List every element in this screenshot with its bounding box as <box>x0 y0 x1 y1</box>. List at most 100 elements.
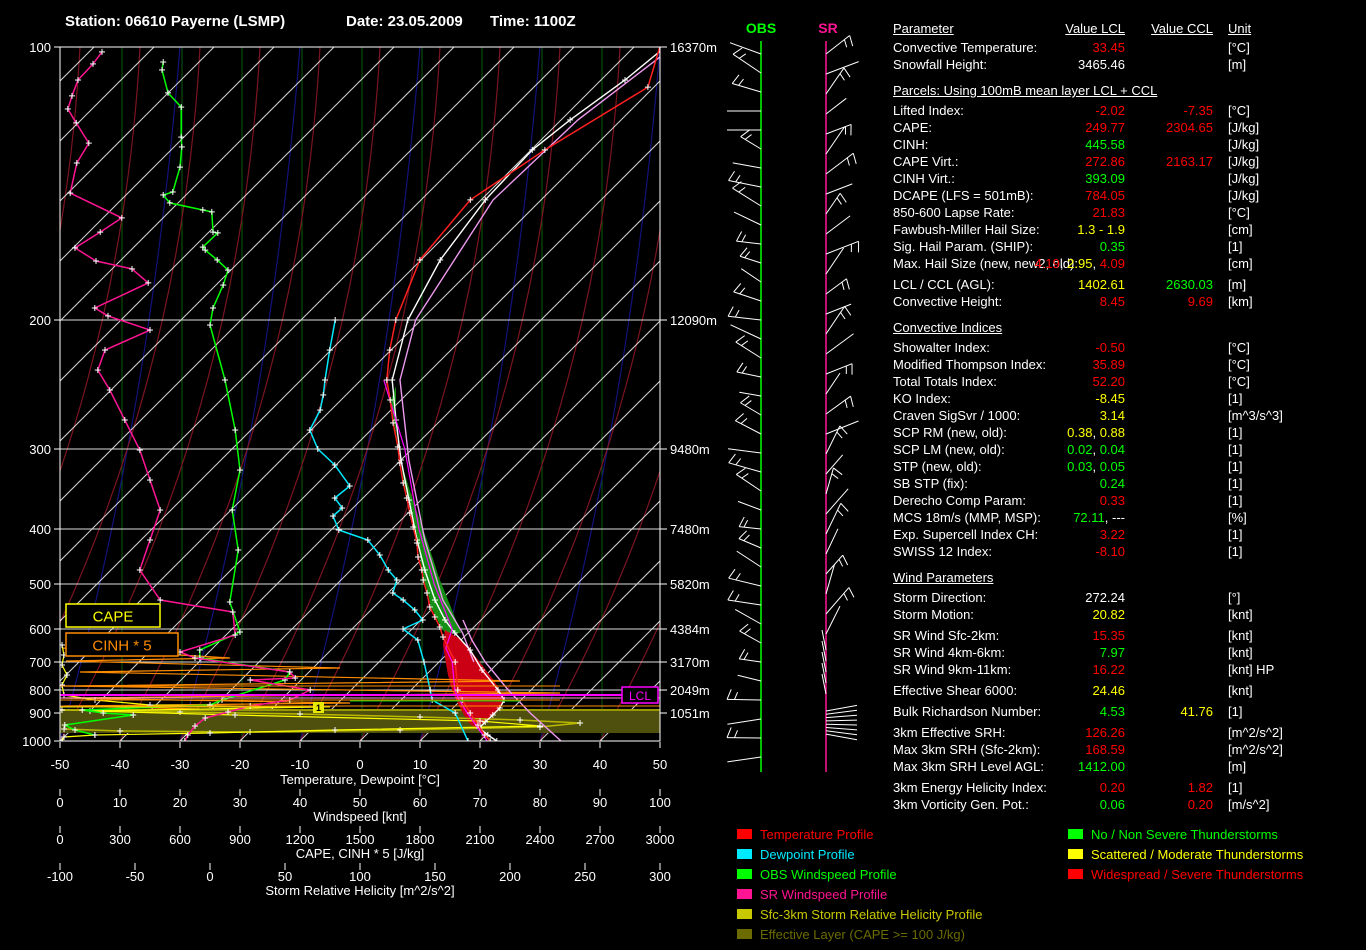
lcl-label-box: LCL <box>621 686 659 704</box>
legend-swatch-icon <box>1068 829 1083 839</box>
legend-item: No / Non Severe Thunderstorms <box>1068 824 1303 844</box>
legend-swatch-icon <box>737 869 752 879</box>
value-lcl: 35.89 <box>1092 357 1125 372</box>
svg-text:10: 10 <box>113 795 127 810</box>
value-lcl: 21.83 <box>1092 205 1125 220</box>
parameter-row: Derecho Comp Param: 0.33 [1] <box>893 492 1363 509</box>
marker-1-flag: 1 <box>313 702 324 713</box>
value-lcl: 3.14 <box>1099 408 1125 423</box>
parameter-row: KO Index: -8.45 [1] <box>893 390 1363 407</box>
unit-label: [m/s^2] <box>1228 797 1270 812</box>
value-lcl: -8.45 <box>1095 391 1125 406</box>
legend-label: Effective Layer (CAPE >= 100 J/kg) <box>760 926 965 942</box>
unit-label: [m^2/s^2] <box>1228 742 1283 757</box>
svg-text:20: 20 <box>173 795 187 810</box>
svg-text:300: 300 <box>649 869 671 884</box>
svg-text:Windspeed [knt]: Windspeed [knt] <box>313 809 406 824</box>
svg-text:LCL: LCL <box>629 689 651 703</box>
value-ccl: -7.35 <box>1183 103 1213 118</box>
legend-item: Dewpoint Profile <box>737 844 983 864</box>
parameter-row: SCP LM (new, old): 0.02, 0.04 [1] <box>893 441 1363 458</box>
svg-text:-50: -50 <box>51 757 70 772</box>
value-lcl: 0.38, 0.88 <box>1067 425 1125 440</box>
unit-label: [°] <box>1228 590 1241 605</box>
svg-text:2400: 2400 <box>526 832 555 847</box>
svg-text:Storm Relative Helicity [m^2/: Storm Relative Helicity [m^2/s^2] <box>265 883 454 898</box>
parameter-row: Convective Temperature: 33.45 [°C] <box>893 39 1363 56</box>
parameter-table: Parameter Value LCL Value CCL Unit Conve… <box>893 20 1363 813</box>
parameter-row: DCAPE (LFS = 501mB): 784.05 [J/kg] <box>893 187 1363 204</box>
svg-text:0: 0 <box>56 795 63 810</box>
legend-label: Temperature Profile <box>760 826 874 842</box>
value-lcl: -0.50 <box>1095 340 1125 355</box>
parameter-row: Sig. Hail Param. (SHIP): 0.35 [1] <box>893 238 1363 255</box>
unit-label: [%] <box>1228 510 1247 525</box>
skewt-chart: 100200300400500600700800900100016370m120… <box>22 20 860 898</box>
unit-label: [J/kg] <box>1228 154 1260 169</box>
svg-text:1051m: 1051m <box>670 706 710 721</box>
obs-column-label: OBS <box>746 20 776 36</box>
parameter-row: 850-600 Lapse Rate: 21.83 [°C] <box>893 204 1363 221</box>
svg-text:1200: 1200 <box>286 832 315 847</box>
legend-swatch-icon <box>737 929 752 939</box>
unit-label: [m] <box>1228 57 1247 72</box>
svg-text:0: 0 <box>206 869 213 884</box>
value-ccl: 2163.17 <box>1166 154 1213 169</box>
legend-item: Scattered / Moderate Thunderstorms <box>1068 844 1303 864</box>
svg-text:50: 50 <box>353 795 367 810</box>
unit-label: [1] <box>1228 459 1243 474</box>
value-lcl: 15.35 <box>1092 628 1125 643</box>
unit-label: [J/kg] <box>1228 137 1260 152</box>
svg-text:500: 500 <box>29 577 51 592</box>
parameter-row: Lifted Index: -2.02 -7.35 [°C] <box>893 102 1363 119</box>
green-cape-band <box>391 386 461 633</box>
svg-text:-20: -20 <box>231 757 250 772</box>
parameter-row: 3km Energy Helicity Index: 0.20 1.82 [1] <box>893 779 1363 796</box>
unit-label: [knt] <box>1228 683 1253 698</box>
svg-text:30: 30 <box>233 795 247 810</box>
value-lcl: 3.22 <box>1099 527 1125 542</box>
legend-swatch-icon <box>737 909 752 919</box>
svg-text:900: 900 <box>29 706 51 721</box>
svg-text:250: 250 <box>574 869 596 884</box>
svg-text:1500: 1500 <box>346 832 375 847</box>
svg-text:50: 50 <box>278 869 292 884</box>
section-heading: Wind Parameters <box>893 570 994 585</box>
value-lcl: 445.58 <box>1085 137 1125 152</box>
legend-swatch-icon <box>737 849 752 859</box>
sr-column-label: SR <box>818 20 837 36</box>
legend-swatch-icon <box>1068 849 1083 859</box>
parameter-row: Storm Direction: 272.24 [°] <box>893 589 1363 606</box>
parameter-row: Fawbush-Miller Hail Size: 1.3 - 1.9 [cm] <box>893 221 1363 238</box>
col-header-unit: Unit <box>1228 21 1252 36</box>
severity-legend: No / Non Severe Thunderstorms Scattered /… <box>1068 824 1303 884</box>
svg-text:200: 200 <box>29 313 51 328</box>
svg-text:-40: -40 <box>111 757 130 772</box>
legend-swatch-icon <box>1068 869 1083 879</box>
parameter-row: CAPE: 249.77 2304.65 [J/kg] <box>893 119 1363 136</box>
svg-text:-30: -30 <box>171 757 190 772</box>
parameter-row: Showalter Index: -0.50 [°C] <box>893 339 1363 356</box>
value-lcl: 7.97 <box>1099 645 1125 660</box>
legend-item: OBS Windspeed Profile <box>737 864 983 884</box>
svg-text:CAPE: CAPE <box>93 609 134 626</box>
value-lcl: 168.59 <box>1085 742 1125 757</box>
svg-text:-50: -50 <box>126 869 145 884</box>
parameter-row: Exp. Supercell Index CH: 3.22 [1] <box>893 526 1363 543</box>
unit-label: [°C] <box>1228 205 1250 220</box>
legend-label: Dewpoint Profile <box>760 846 855 862</box>
cape-label-box: CAPE <box>65 603 161 628</box>
value-lcl: 0.35 <box>1099 239 1125 254</box>
legend-label: No / Non Severe Thunderstorms <box>1091 826 1278 842</box>
svg-text:70: 70 <box>473 795 487 810</box>
obs-wind-barbs <box>726 42 762 763</box>
unit-label: [J/kg] <box>1228 120 1260 135</box>
parameter-row: Total Totals Index: 52.20 [°C] <box>893 373 1363 390</box>
unit-label: [1] <box>1228 527 1243 542</box>
value-lcl: 72.11, --- <box>1073 510 1125 525</box>
unit-label: [m^2/s^2] <box>1228 725 1283 740</box>
value-lcl: 0.03, 0.05 <box>1067 459 1125 474</box>
unit-label: [1] <box>1228 493 1243 508</box>
virtual-parcel-upper <box>399 56 660 663</box>
unit-label: [1] <box>1228 442 1243 457</box>
